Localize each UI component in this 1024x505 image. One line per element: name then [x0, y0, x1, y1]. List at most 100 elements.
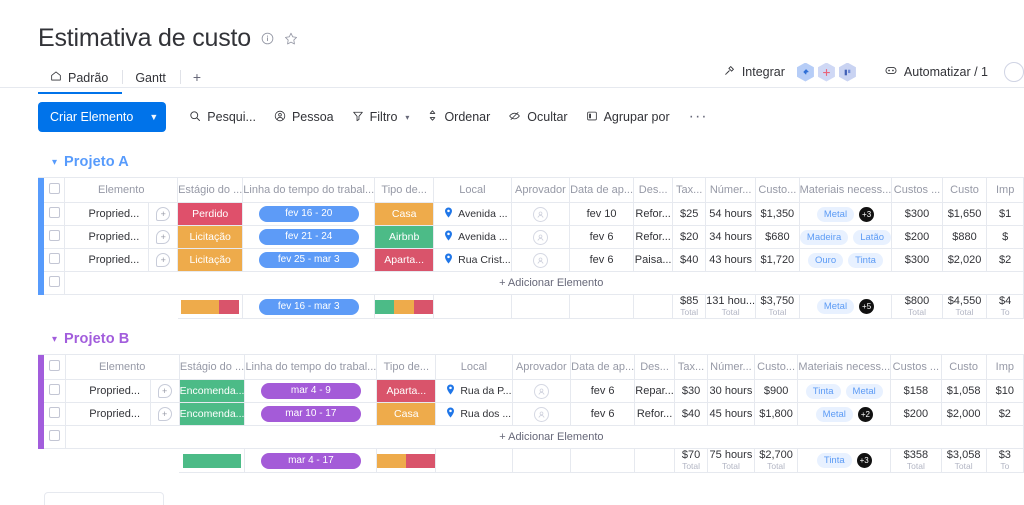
column-header-numer[interactable]: Númer...: [707, 354, 755, 380]
material-chip[interactable]: Tinta: [805, 383, 841, 399]
column-header-custo[interactable]: Custo: [941, 354, 987, 380]
status-pill[interactable]: Licitação: [178, 249, 242, 271]
cell-timeline[interactable]: fev 25 - mar 3: [242, 248, 376, 272]
cell-taxa[interactable]: $20: [672, 225, 707, 249]
cell-aprovador[interactable]: [512, 379, 572, 403]
automate-button[interactable]: Automatizar / 1: [874, 60, 998, 84]
cell-descricao[interactable]: Refor...: [633, 225, 674, 249]
avatar[interactable]: [533, 383, 549, 399]
material-overflow-badge[interactable]: +2: [857, 406, 873, 422]
cell-data-aprovacao[interactable]: fev 6: [569, 225, 635, 249]
cell-elemento[interactable]: Propried...: [65, 402, 151, 426]
cell-imposto[interactable]: $1: [986, 202, 1024, 226]
cell-updates[interactable]: +: [150, 402, 180, 426]
cell-estagio[interactable]: Encomenda...: [179, 379, 246, 403]
column-header-custo1[interactable]: Custo...: [755, 177, 800, 203]
cell-custo-material[interactable]: $1,350: [755, 202, 800, 226]
avatar[interactable]: [532, 229, 548, 245]
material-chip[interactable]: Latão: [853, 229, 891, 245]
group-header[interactable]: ▾ Projeto B: [38, 323, 1024, 354]
material-chip[interactable]: Ouro: [808, 252, 844, 268]
material-overflow-badge[interactable]: +3: [856, 453, 872, 468]
timeline-pill[interactable]: mar 10 - 17: [260, 406, 361, 422]
table-row[interactable]: Propried... + Encomenda... mar 10 - 17 Casa R…: [38, 402, 1024, 426]
column-header-local[interactable]: Local: [435, 354, 513, 380]
cell-custos[interactable]: $300: [891, 202, 943, 226]
cell-materiais[interactable]: Metal +3: [799, 202, 893, 226]
material-chip[interactable]: Tinta: [816, 453, 852, 468]
avatar[interactable]: [532, 252, 548, 268]
app-badge-2-icon[interactable]: [817, 62, 835, 82]
info-icon[interactable]: [261, 32, 274, 45]
timeline-pill[interactable]: fev 21 - 24: [258, 229, 359, 245]
column-header-tax[interactable]: Tax...: [672, 177, 707, 203]
column-header-des[interactable]: Des...: [634, 354, 675, 380]
table-row[interactable]: Propried... + Perdido fev 16 - 20 Casa Avenid…: [38, 202, 1024, 226]
cell-materiais[interactable]: Metal +2: [797, 402, 892, 426]
cell-updates[interactable]: +: [148, 202, 179, 226]
cell-timeline[interactable]: fev 16 - 20: [242, 202, 376, 226]
cell-tipo[interactable]: Aparta...: [374, 248, 435, 272]
column-header-custo1[interactable]: Custo...: [754, 354, 799, 380]
cell-taxa[interactable]: $40: [672, 248, 707, 272]
cell-numero[interactable]: 45 hours: [707, 402, 755, 426]
material-chip[interactable]: Madeira: [799, 229, 849, 245]
column-header-tipo[interactable]: Tipo de...: [376, 354, 437, 380]
cell-taxa[interactable]: $40: [674, 402, 709, 426]
status-pill[interactable]: Encomenda...: [179, 403, 244, 425]
cell-timeline[interactable]: fev 21 - 24: [242, 225, 376, 249]
cell-custo[interactable]: $2,020: [942, 248, 988, 272]
column-header-custo[interactable]: Custo: [942, 177, 988, 203]
tab-gantt[interactable]: Gantt: [123, 67, 180, 94]
add-item-row[interactable]: + Adicionar Elemento: [38, 425, 1024, 449]
row-checkbox-cell[interactable]: [44, 202, 66, 226]
column-header-dataap[interactable]: Data de ap...: [570, 354, 636, 380]
cell-imposto[interactable]: $2: [986, 248, 1024, 272]
status-pill[interactable]: Licitação: [178, 226, 242, 248]
cell-tipo[interactable]: Aparta...: [376, 379, 437, 403]
new-item-button[interactable]: Criar Elemento ▼: [38, 102, 167, 132]
add-item-label[interactable]: + Adicionar Elemento: [65, 425, 1024, 449]
cell-numero[interactable]: 43 hours: [705, 248, 757, 272]
column-header-estagio[interactable]: Estágio do ...: [179, 354, 246, 380]
cell-aprovador[interactable]: [511, 225, 571, 249]
cell-imposto[interactable]: $10: [986, 379, 1024, 403]
cell-updates[interactable]: +: [148, 248, 179, 272]
add-update-icon[interactable]: +: [156, 207, 171, 221]
timeline-pill[interactable]: mar 4 - 9: [260, 383, 361, 399]
person-filter-button[interactable]: Pessoa: [265, 104, 343, 131]
cell-tipo[interactable]: Airbnb: [374, 225, 435, 249]
table-row[interactable]: Propried... + Licitação fev 21 - 24 Airbnb Av…: [38, 225, 1024, 249]
column-header-estagio[interactable]: Estágio do ...: [177, 177, 244, 203]
column-header-mat[interactable]: Materiais necess...: [797, 354, 892, 380]
row-checkbox-cell[interactable]: [44, 225, 66, 249]
cell-taxa[interactable]: $25: [672, 202, 707, 226]
status-pill[interactable]: Perdido: [178, 203, 242, 225]
cell-estagio[interactable]: Encomenda...: [179, 402, 246, 426]
chevron-down-icon[interactable]: ▾: [405, 113, 409, 122]
hide-columns-button[interactable]: Ocultar: [499, 104, 576, 131]
table-row[interactable]: Propried... + Encomenda... mar 4 - 9 Aparta.…: [38, 379, 1024, 403]
cell-custos[interactable]: $158: [890, 379, 942, 403]
add-update-icon[interactable]: +: [157, 384, 172, 398]
invite-members-avatar[interactable]: [1004, 62, 1024, 82]
cell-descricao[interactable]: Refor...: [633, 202, 674, 226]
row-checkbox-cell[interactable]: [44, 402, 66, 426]
cell-timeline[interactable]: mar 10 - 17: [244, 402, 378, 426]
add-update-icon[interactable]: +: [157, 407, 172, 421]
status-pill[interactable]: Encomenda...: [179, 380, 244, 402]
material-chip[interactable]: Metal: [816, 299, 855, 314]
column-header-aprov[interactable]: Aprovador: [512, 354, 572, 380]
select-all-checkbox[interactable]: [48, 360, 60, 371]
type-pill[interactable]: Casa: [377, 403, 435, 425]
cell-materiais[interactable]: Tinta Metal: [797, 379, 892, 403]
material-chip[interactable]: Metal: [816, 206, 855, 222]
material-chip[interactable]: Metal: [845, 383, 883, 399]
column-header-aprov[interactable]: Aprovador: [511, 177, 571, 203]
group-by-button[interactable]: Agrupar por: [577, 104, 679, 131]
cell-taxa[interactable]: $30: [674, 379, 709, 403]
column-header-elemento[interactable]: Elemento: [64, 177, 179, 203]
add-item-row[interactable]: + Adicionar Elemento: [38, 271, 1024, 295]
star-icon[interactable]: [284, 32, 298, 46]
cell-materiais[interactable]: Madeira Latão: [799, 225, 893, 249]
